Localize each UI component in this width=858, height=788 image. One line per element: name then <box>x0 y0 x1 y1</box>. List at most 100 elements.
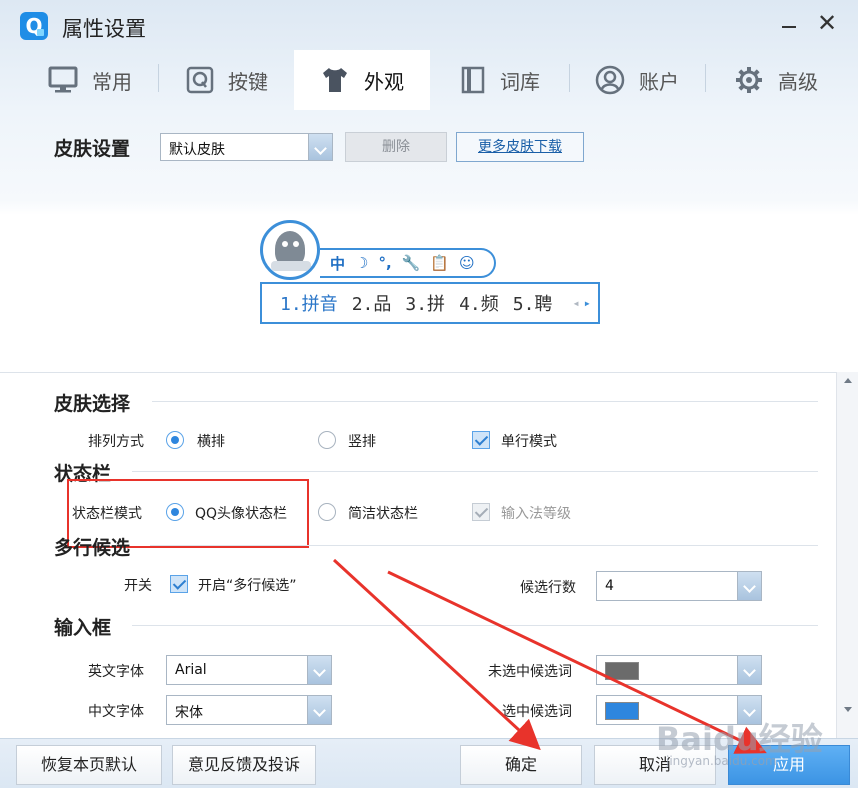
multi-line-switch-label: 开关 <box>124 578 152 594</box>
chevron-down-icon[interactable] <box>737 572 761 600</box>
selected-color-swatch <box>605 702 639 720</box>
layout-horizontal-radio[interactable] <box>166 431 184 449</box>
candidate-rows-select[interactable]: 4 <box>596 571 762 601</box>
prev-page-icon: ◂ <box>572 296 580 310</box>
wrench-icon: 🔧 <box>401 254 421 272</box>
gear-icon <box>736 67 762 93</box>
multi-line-enable-label: 开启“多行候选” <box>198 578 297 594</box>
section-divider <box>152 401 818 402</box>
en-font-value: Arial <box>175 662 207 678</box>
restore-defaults-button[interactable]: 恢复本页默认 <box>16 745 162 785</box>
scroll-up-icon[interactable] <box>844 378 852 383</box>
selected-color-select[interactable] <box>596 695 762 725</box>
zh-font-label: 中文字体 <box>88 704 144 720</box>
scroll-down-icon[interactable] <box>844 707 852 712</box>
layout-vertical-label: 竖排 <box>348 434 376 450</box>
single-line-label: 单行模式 <box>501 434 557 450</box>
tab-label: 账户 <box>639 69 679 94</box>
layout-horizontal-label: 横排 <box>197 434 225 450</box>
close-button[interactable]: ✕ <box>814 10 840 36</box>
candidate-item: 5.聘 <box>512 294 553 315</box>
section-title-multi-line: 多行候选 <box>54 537 131 559</box>
settings-window: Q 属性设置 ✕ 常用 按键 外观 词库 账户 高级 皮肤设置 默认皮肤 删除 … <box>0 0 858 788</box>
tab-appearance[interactable]: 外观 <box>294 50 430 110</box>
en-font-label: 英文字体 <box>88 664 144 680</box>
section-divider <box>150 545 818 546</box>
unselected-color-select[interactable] <box>596 655 762 685</box>
tab-bar: 常用 按键 外观 词库 账户 高级 <box>0 50 858 110</box>
ok-button[interactable]: 确定 <box>460 745 582 785</box>
monitor-icon <box>48 66 78 93</box>
options-scrollbar[interactable] <box>836 372 858 738</box>
candidate-item: 1.拼音 <box>280 294 338 315</box>
tab-keys[interactable]: 按键 <box>160 50 294 110</box>
skin-preview: 中 ☽ °, 🔧 📋 ☺ 1.拼音 2.品 3.拼 4.频 5.聘 ◂ ▸ <box>258 218 603 328</box>
tshirt-icon <box>323 68 347 92</box>
tab-label: 词库 <box>500 69 540 94</box>
tab-label: 高级 <box>778 69 818 94</box>
candidate-item: 2.品 <box>351 294 392 315</box>
punctuation-icon: °, <box>378 254 392 272</box>
candidate-bar-preview: 1.拼音 2.品 3.拼 4.频 5.聘 ◂ ▸ <box>260 282 600 324</box>
more-skins-link[interactable]: 更多皮肤下载 <box>456 132 584 162</box>
skin-setting-label: 皮肤设置 <box>54 138 131 160</box>
section-divider <box>132 471 818 472</box>
delete-skin-button[interactable]: 删除 <box>345 132 447 162</box>
window-title: 属性设置 <box>62 17 146 41</box>
en-font-select[interactable]: Arial <box>166 655 332 685</box>
candidate-rows-value: 4 <box>605 578 614 594</box>
bottom-bar: 恢复本页默认 意见反馈及投诉 确定 取消 应用 <box>0 738 858 788</box>
tab-account[interactable]: 账户 <box>570 50 704 110</box>
tab-divider <box>158 64 159 92</box>
book-icon <box>461 66 485 94</box>
section-divider <box>132 625 818 626</box>
title-bar: Q 属性设置 ✕ <box>0 0 858 52</box>
candidate-item: 4.频 <box>459 294 499 315</box>
status-bar-preview: 中 ☽ °, 🔧 📋 ☺ <box>320 248 496 278</box>
qq-avatar-icon <box>260 220 320 280</box>
feedback-button[interactable]: 意见反馈及投诉 <box>172 745 316 785</box>
chevron-down-icon[interactable] <box>308 134 332 160</box>
next-page-icon: ▸ <box>583 296 591 310</box>
tab-label: 按键 <box>228 69 268 94</box>
tab-label: 外观 <box>364 69 404 94</box>
status-simple-radio[interactable] <box>318 503 336 521</box>
single-line-checkbox[interactable] <box>472 431 490 449</box>
ime-level-label: 输入法等级 <box>501 506 571 522</box>
multi-line-checkbox[interactable] <box>170 575 188 593</box>
tab-label: 常用 <box>92 69 132 94</box>
status-simple-label: 简洁状态栏 <box>348 506 418 522</box>
smile-icon: ☺ <box>459 254 475 272</box>
unselected-color-swatch <box>605 662 639 680</box>
zh-font-value: 宋体 <box>175 705 203 721</box>
chinese-mode-icon: 中 <box>330 254 346 273</box>
user-icon <box>595 65 625 95</box>
unselected-candidate-label: 未选中候选词 <box>488 664 572 680</box>
skin-select-value: 默认皮肤 <box>169 142 225 158</box>
selected-candidate-label: 选中候选词 <box>502 704 572 720</box>
key-q-icon <box>186 66 214 94</box>
candidate-rows-label: 候选行数 <box>520 580 576 596</box>
tab-general[interactable]: 常用 <box>20 50 160 110</box>
clipboard-icon: 📋 <box>430 254 450 272</box>
layout-label: 排列方式 <box>88 434 144 450</box>
chevron-down-icon[interactable] <box>737 696 761 724</box>
chevron-down-icon[interactable] <box>307 656 331 684</box>
tab-advanced[interactable]: 高级 <box>706 50 846 110</box>
candidate-item: 3.拼 <box>405 294 446 315</box>
section-title-input-box: 输入框 <box>54 617 112 639</box>
skin-select[interactable]: 默认皮肤 <box>160 133 333 161</box>
layout-vertical-radio[interactable] <box>318 431 336 449</box>
app-logo-icon: Q <box>20 12 48 40</box>
ime-level-checkbox <box>472 503 490 521</box>
cancel-button[interactable]: 取消 <box>594 745 716 785</box>
zh-font-select[interactable]: 宋体 <box>166 695 332 725</box>
options-panel: 皮肤选择 排列方式 横排 竖排 单行模式 状态栏 状态栏模式 QQ头像状态栏 简… <box>0 372 836 738</box>
skin-setting-row: 皮肤设置 默认皮肤 删除 更多皮肤下载 <box>0 130 858 166</box>
tab-dictionary[interactable]: 词库 <box>432 50 568 110</box>
minimize-button[interactable] <box>778 12 802 36</box>
apply-button[interactable]: 应用 <box>728 745 850 785</box>
chevron-down-icon[interactable] <box>307 696 331 724</box>
chevron-down-icon[interactable] <box>737 656 761 684</box>
section-title-skin-select: 皮肤选择 <box>54 393 131 415</box>
